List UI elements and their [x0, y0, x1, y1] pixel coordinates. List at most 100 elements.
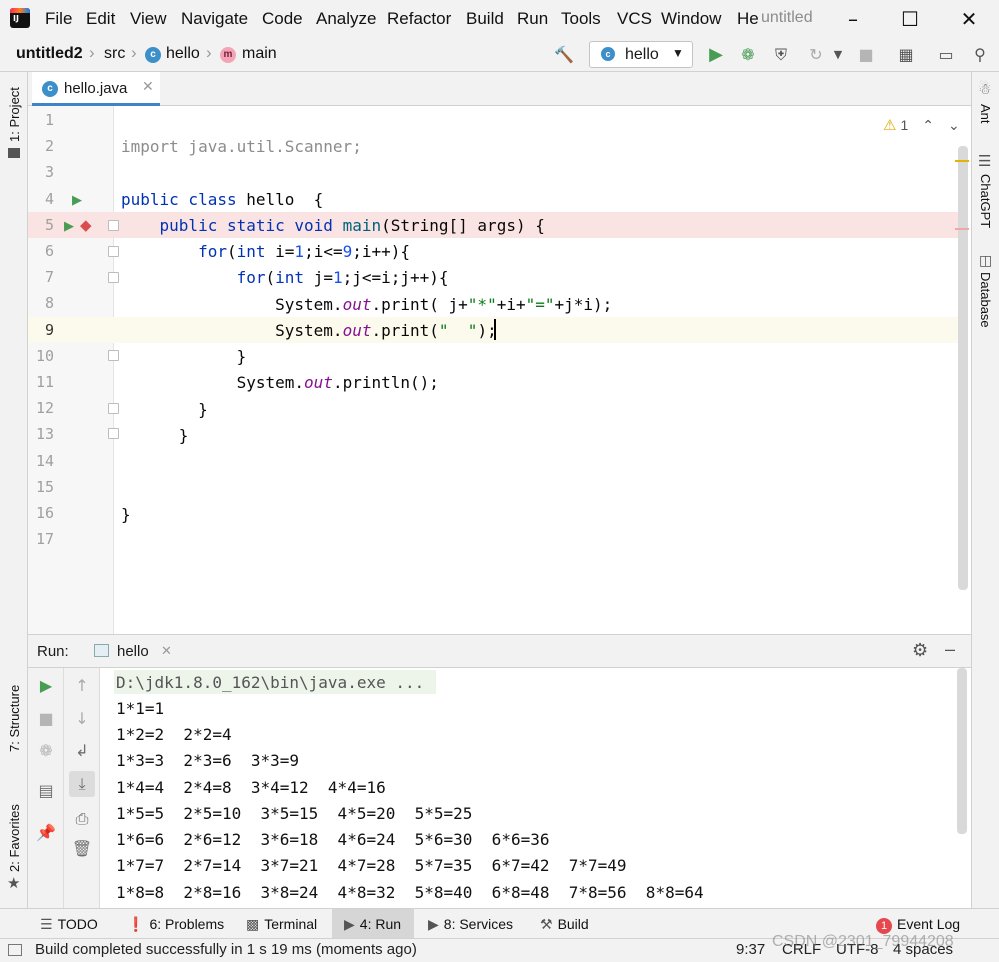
panel-toggle-icon[interactable]: [8, 944, 22, 956]
fold-icon[interactable]: [108, 220, 119, 231]
menu-help[interactable]: He: [737, 9, 759, 29]
run-icon[interactable]: ▶: [706, 45, 726, 65]
trash-icon[interactable]: 🗑: [71, 838, 93, 860]
close-icon[interactable]: ✕: [954, 6, 984, 32]
breadcrumb-method[interactable]: main: [242, 45, 277, 63]
arrow-down-icon[interactable]: ↓: [71, 708, 93, 730]
chevron-down-icon[interactable]: ⌄: [948, 117, 960, 134]
close-tab-icon[interactable]: ✕: [161, 643, 172, 659]
run-configuration-select[interactable]: c hello ▼: [589, 41, 693, 68]
class-icon: c: [42, 81, 58, 97]
fold-icon[interactable]: [108, 246, 119, 257]
breakpoint-icon[interactable]: ◆: [80, 216, 92, 234]
structure-tool-tab[interactable]: 7: Structure: [7, 685, 22, 752]
run-gutter-icon[interactable]: ▶: [72, 192, 82, 208]
scroll-to-end-icon[interactable]: ⤓: [69, 771, 95, 797]
stop-icon[interactable]: ■: [856, 45, 876, 65]
menu-window[interactable]: Window: [661, 9, 721, 29]
menu-tools[interactable]: Tools: [561, 9, 601, 29]
code-editor[interactable]: 1 2 3 4 5 6 7 8 9 10 11 12 13 14 15 16 17 ▶ ▶ ◆ import j…: [28, 106, 971, 634]
favorites-tool-tab[interactable]: 2: Favorites: [7, 804, 22, 872]
menu-code[interactable]: Code: [262, 9, 303, 29]
gear-icon[interactable]: ⚙: [912, 640, 928, 661]
console-scrollbar[interactable]: [957, 668, 967, 834]
fold-icon[interactable]: [108, 272, 119, 283]
menu-navigate[interactable]: Navigate: [181, 9, 248, 29]
star-icon: ★: [7, 875, 21, 892]
menu-run[interactable]: Run: [517, 9, 548, 29]
terminal-tab[interactable]: ▩ Terminal: [246, 909, 317, 939]
line-number: 5: [44, 215, 54, 234]
code-line-11: System.out.println();: [121, 373, 439, 392]
pin-icon[interactable]: 📌: [35, 822, 57, 844]
database-tool-tab[interactable]: Database: [978, 272, 993, 328]
tab-hello-java[interactable]: c hello.java ✕: [32, 72, 160, 106]
todo-tab[interactable]: ☰ TODO: [40, 909, 98, 939]
minimize-panel-icon[interactable]: –: [945, 639, 955, 660]
menu-view[interactable]: View: [130, 9, 167, 29]
code-line-2: import java.util.Scanner;: [121, 137, 362, 156]
fold-icon[interactable]: [108, 350, 119, 361]
menu-edit[interactable]: Edit: [86, 9, 115, 29]
coverage-icon[interactable]: ⛨: [771, 45, 791, 65]
code-line-13: }: [121, 426, 189, 445]
fold-icon[interactable]: [108, 403, 119, 414]
line-number: 3: [44, 163, 54, 182]
breadcrumb-project[interactable]: untitled2: [16, 45, 83, 63]
breakpoint-stripe-marker[interactable]: [955, 228, 969, 230]
code-line-10: }: [121, 347, 247, 366]
status-message[interactable]: Build completed successfully in 1 s 19 m…: [35, 941, 417, 958]
services-tab[interactable]: ▶ 8: Services: [428, 909, 513, 939]
menu-vcs[interactable]: VCS: [617, 9, 652, 29]
warning-stripe-marker[interactable]: [955, 160, 969, 162]
project-structure-icon[interactable]: ▦: [896, 45, 916, 65]
build-tab[interactable]: ⚒ Build: [540, 909, 589, 939]
caret-position[interactable]: 9:37: [736, 941, 765, 958]
method-icon: m: [220, 47, 236, 63]
left-tool-stripe: 1: Project 7: Structure 2: Favorites ★: [0, 72, 28, 908]
console-line: 1*3=3 2*3=6 3*3=9: [116, 751, 300, 770]
chevron-up-icon[interactable]: ⌃: [922, 117, 934, 134]
ant-tool-tab[interactable]: Ant: [978, 104, 993, 124]
fold-icon[interactable]: [108, 428, 119, 439]
profile-icon[interactable]: ↻: [806, 45, 826, 65]
line-number: 14: [35, 451, 54, 470]
menu-build[interactable]: Build: [466, 9, 504, 29]
folder-icon: [8, 148, 20, 158]
editor-scrollbar[interactable]: [958, 146, 968, 590]
close-tab-icon[interactable]: ✕: [142, 78, 154, 95]
code-line-9: System.out.print(" ");: [121, 321, 497, 340]
list-icon: ☰: [40, 917, 53, 933]
run-gutter-icon[interactable]: ▶: [64, 218, 74, 234]
run-tab-label[interactable]: hello: [117, 643, 149, 660]
menu-analyze[interactable]: Analyze: [316, 9, 376, 29]
problems-tab[interactable]: ❗ 6: Problems: [127, 909, 224, 939]
editor-tabs: c hello.java ✕: [28, 72, 971, 106]
chevron-right-icon: ›: [206, 43, 212, 62]
debug-rerun-icon[interactable]: ❁: [35, 740, 57, 762]
breadcrumb-src[interactable]: src: [104, 45, 125, 63]
console-command-line: D:\jdk1.8.0_162\bin\java.exe ...: [116, 673, 425, 692]
chevron-down-icon[interactable]: ▼: [828, 45, 848, 65]
menu-file[interactable]: File: [45, 9, 72, 29]
debug-icon[interactable]: ❁: [738, 45, 758, 65]
inspection-widget[interactable]: ⚠ 1 ⌃ ⌄: [883, 116, 960, 135]
build-hammer-icon[interactable]: 🔨: [554, 45, 574, 65]
print-icon[interactable]: ⎙: [71, 808, 93, 830]
menu-refactor[interactable]: Refactor: [387, 9, 451, 29]
stop-icon[interactable]: ■: [35, 708, 57, 730]
console-line: 1*5=5 2*5=10 3*5=15 4*5=20 5*5=25: [116, 804, 473, 823]
window-layout-icon[interactable]: ▭: [936, 45, 956, 65]
soft-wrap-icon[interactable]: ↲: [71, 740, 93, 762]
rerun-icon[interactable]: ▶: [35, 675, 57, 697]
minimize-icon[interactable]: –: [838, 6, 868, 32]
chatgpt-tool-tab[interactable]: ChatGPT: [978, 174, 993, 228]
run-tab[interactable]: ▶ 4: Run: [332, 909, 414, 939]
maximize-icon[interactable]: ☐: [895, 6, 925, 32]
console-output[interactable]: D:\jdk1.8.0_162\bin\java.exe ... 1*1=1 1…: [100, 668, 971, 908]
breadcrumb-class[interactable]: hello: [166, 45, 200, 63]
layout-icon[interactable]: ▤: [35, 780, 57, 802]
project-tool-tab[interactable]: 1: Project: [7, 87, 22, 142]
search-icon[interactable]: ⚲: [970, 45, 990, 65]
arrow-up-icon[interactable]: ↑: [71, 675, 93, 697]
